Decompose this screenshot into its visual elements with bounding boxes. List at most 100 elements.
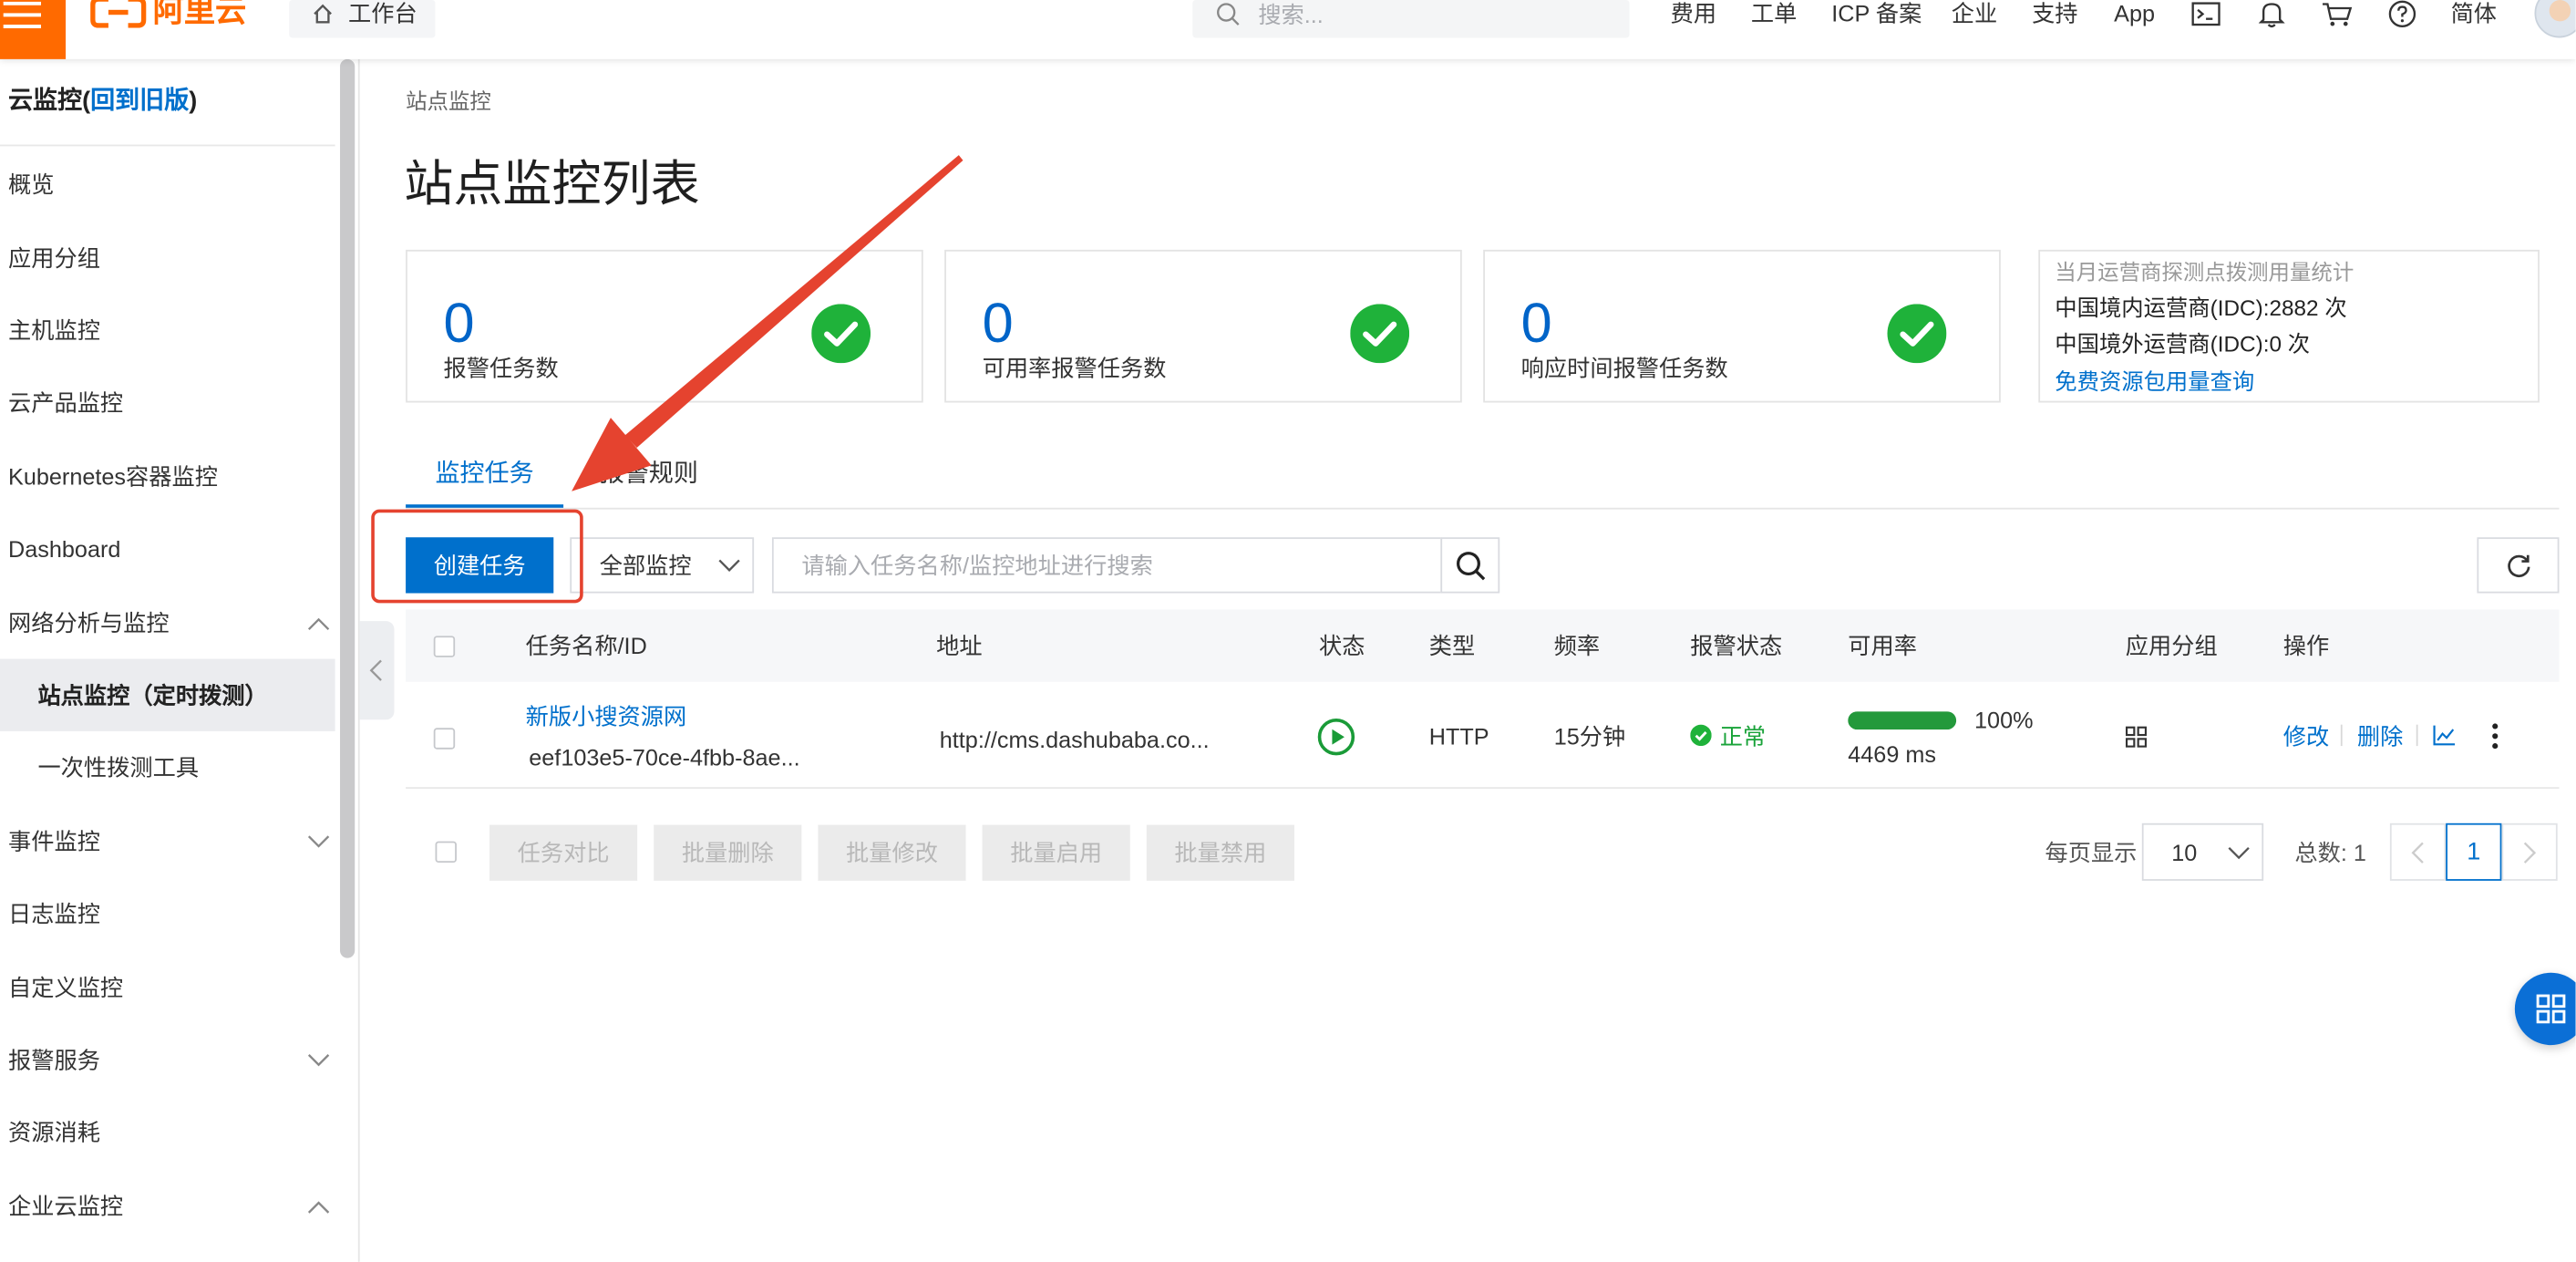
language-switch[interactable]: 简体 [2451, 0, 2497, 28]
sidebar-scrollbar[interactable] [340, 58, 355, 958]
sidebar-title: 云监控(回到旧版) [8, 82, 197, 121]
more-actions-icon[interactable] [2490, 723, 2500, 750]
sidebar-item-kubernetes[interactable]: Kubernetes容器监控 [0, 440, 335, 512]
pagination-next-button[interactable] [2501, 822, 2558, 881]
stat-value: 0 [1520, 292, 1552, 356]
edit-action[interactable]: 修改 [2283, 719, 2329, 752]
sidebar-item-enterprise-monitoring[interactable]: 企业云监控 [0, 1170, 335, 1242]
action-divider [2416, 724, 2418, 747]
user-avatar[interactable] [2534, 0, 2576, 38]
sidebar-item-label: 资源消耗 [8, 1119, 100, 1145]
sidebar-item-site-monitoring[interactable]: 站点监控（定时拨测） [0, 658, 335, 731]
help-icon[interactable] [2388, 0, 2416, 28]
sidebar-item-custom-monitoring[interactable]: 自定义监控 [0, 951, 335, 1023]
bell-icon[interactable] [2258, 0, 2285, 28]
task-search-box [771, 537, 1443, 594]
sidebar-item-log-monitoring[interactable]: 日志监控 [0, 877, 335, 949]
column-header-status: 状态 [1319, 632, 1365, 659]
back-to-old-version-link[interactable]: 回到旧版 [90, 88, 189, 116]
row-checkbox[interactable] [433, 728, 456, 750]
batch-edit-button[interactable]: 批量修改 [818, 824, 966, 881]
free-resource-usage-link[interactable]: 免费资源包用量查询 [2055, 367, 2254, 399]
task-search-button[interactable] [1440, 537, 1500, 594]
floating-apps-button[interactable] [2514, 972, 2576, 1046]
sidebar-item-label: 云产品监控 [8, 389, 124, 416]
batch-disable-button[interactable]: 批量禁用 [1146, 824, 1294, 881]
select-all-checkbox[interactable] [433, 636, 456, 657]
search-icon [1457, 552, 1486, 581]
footer-select-all-checkbox[interactable] [435, 841, 457, 864]
response-time: 4469 ms [1848, 740, 1937, 768]
sidebar-item-app-groups[interactable]: 应用分组 [0, 222, 335, 294]
search-icon [1217, 3, 1240, 26]
tab-monitoring-tasks[interactable]: 监控任务 [406, 444, 564, 508]
page-size-value: 10 [2171, 839, 2198, 866]
sidebar-item-one-time-probe[interactable]: 一次性拨测工具 [0, 731, 335, 803]
pagination-page-1[interactable]: 1 [2446, 822, 2502, 881]
chevron-down-icon [307, 835, 330, 848]
check-circle-icon [811, 304, 871, 364]
chevron-up-icon [307, 1201, 330, 1214]
workbench-label: 工作台 [348, 0, 417, 26]
availability-progress-bar [1848, 711, 1957, 730]
create-task-label: 创建任务 [433, 552, 526, 579]
aliyun-logo[interactable]: 阿里云 [90, 0, 254, 31]
compare-tasks-button[interactable]: 任务对比 [489, 824, 638, 881]
column-header-alert-status: 报警状态 [1690, 632, 1783, 659]
batch-enable-button[interactable]: 批量启用 [982, 824, 1130, 881]
sidebar-item-resource-usage[interactable]: 资源消耗 [0, 1096, 335, 1168]
monitor-filter-select[interactable]: 全部监控 [570, 537, 755, 594]
line-chart-icon[interactable] [2433, 725, 2456, 746]
sidebar-item-label: Kubernetes容器监控 [8, 463, 218, 490]
nav-support[interactable]: 支持 [2032, 0, 2077, 28]
sidebar-item-network-analysis[interactable]: 网络分析与监控 [0, 586, 335, 658]
delete-action[interactable]: 删除 [2357, 719, 2403, 752]
nav-tickets[interactable]: 工单 [1751, 0, 1797, 28]
sidebar-item-overview[interactable]: 概览 [0, 148, 335, 220]
tab-alert-rules[interactable]: 报警规则 [583, 444, 715, 508]
pagination-prev-button[interactable] [2389, 822, 2447, 881]
app-group-icon[interactable] [2125, 726, 2148, 748]
sidebar-item-label: 企业云监控 [8, 1193, 124, 1220]
tab-bar-border [406, 507, 2560, 510]
column-header-name: 任务名称/ID [525, 632, 647, 659]
cart-icon[interactable] [2321, 2, 2354, 28]
alert-status: 正常 [1719, 722, 1767, 750]
sidebar-item-label: 报警服务 [8, 1046, 100, 1073]
active-tab-indicator [406, 504, 564, 508]
sidebar-item-alert-service[interactable]: 报警服务 [0, 1024, 335, 1096]
sidebar-item-host-monitoring[interactable]: 主机监控 [0, 295, 335, 367]
play-circle-icon[interactable] [1317, 718, 1355, 756]
task-search-input[interactable] [801, 548, 1427, 582]
global-search-input[interactable] [1258, 0, 1603, 30]
nav-icp[interactable]: ICP 备案 [1831, 0, 1922, 28]
stat-value: 0 [443, 292, 475, 356]
sidebar-item-label: 应用分组 [8, 244, 100, 272]
stat-label: 报警任务数 [443, 355, 559, 382]
task-name-link[interactable]: 新版小搜资源网 [526, 700, 687, 733]
page-title: 站点监控列表 [404, 157, 700, 212]
nav-fees[interactable]: 费用 [1671, 0, 1716, 28]
sidebar-item-cloud-product-monitoring[interactable]: 云产品监控 [0, 367, 335, 439]
nav-app[interactable]: App [2114, 0, 2155, 28]
sidebar-item-event-monitoring[interactable]: 事件监控 [0, 805, 335, 877]
sidebar-collapse-handle[interactable] [359, 621, 395, 720]
menu-button[interactable] [0, 0, 67, 59]
refresh-button[interactable] [2477, 537, 2560, 594]
stat-label: 响应时间报警任务数 [1520, 355, 1728, 382]
batch-delete-button[interactable]: 批量删除 [654, 824, 802, 881]
page-size-select[interactable]: 10 [2141, 822, 2264, 881]
workbench-button[interactable]: 工作台 [289, 0, 436, 38]
breadcrumb[interactable]: 站点监控 [406, 88, 491, 117]
sidebar-divider [0, 144, 335, 147]
sidebar-item-label: 自定义监控 [8, 974, 124, 1001]
nav-enterprise[interactable]: 企业 [1952, 0, 1997, 28]
sidebar-item-dashboard[interactable]: Dashboard [0, 512, 335, 584]
sidebar-title-text: 云监控( [8, 87, 91, 116]
home-icon [314, 4, 332, 24]
task-address: http://cms.dashubaba.co... [939, 726, 1210, 753]
create-task-button[interactable]: 创建任务 [406, 537, 554, 594]
terminal-icon[interactable] [2191, 2, 2221, 26]
page-number: 1 [2467, 838, 2481, 866]
column-header-actions: 操作 [2282, 632, 2330, 659]
